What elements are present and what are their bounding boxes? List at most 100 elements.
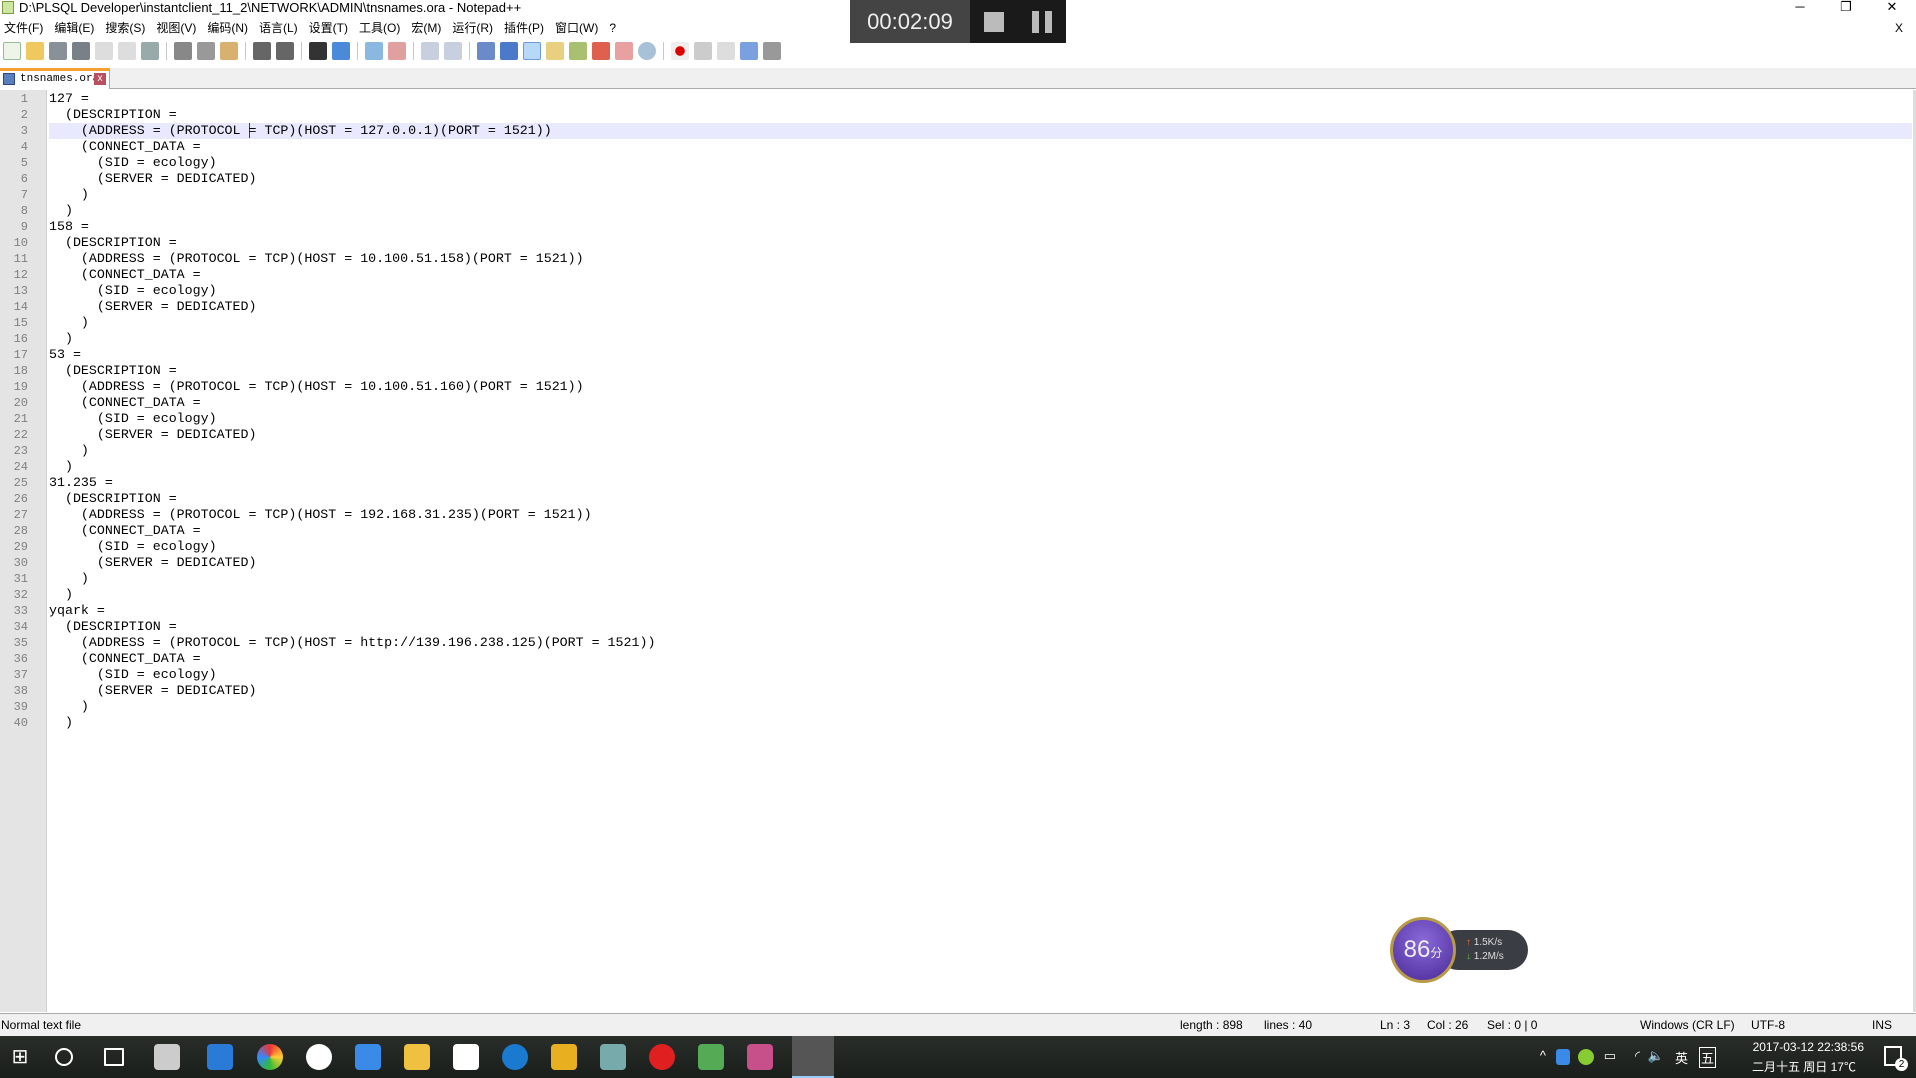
network-speed-widget[interactable]: ↑ 1.5K/s ↓ 1.2M/s 86分 (1388, 915, 1530, 985)
sync-vertical-icon[interactable] (421, 42, 439, 60)
show-all-chars-icon[interactable] (500, 42, 518, 60)
code-line[interactable]: 7 ) (0, 187, 1912, 203)
app-icon[interactable] (698, 1044, 724, 1070)
code-line[interactable]: 32 ) (0, 587, 1912, 603)
code-line[interactable]: 13 (SID = ecology) (0, 283, 1912, 299)
indent-guide-icon[interactable] (523, 42, 541, 60)
ime-indicator[interactable]: 五 (1698, 1047, 1716, 1068)
clock-datetime[interactable]: 2017-03-12 22:38:56 (1753, 1040, 1864, 1054)
record-macro-icon[interactable] (671, 42, 689, 60)
code-line[interactable]: 40 ) (0, 715, 1912, 731)
code-line[interactable]: 14 (SERVER = DEDICATED) (0, 299, 1912, 315)
wifi-icon[interactable]: ◜ (1635, 1048, 1640, 1064)
code-line[interactable]: 15 ) (0, 315, 1912, 331)
code-line[interactable]: 21 (SID = ecology) (0, 411, 1912, 427)
battery-icon[interactable]: ▭ (1604, 1048, 1616, 1064)
edge-icon[interactable] (207, 1044, 233, 1070)
close-tab-icon[interactable]: x (94, 73, 106, 85)
close-document-button[interactable]: X (1891, 18, 1910, 38)
code-line[interactable]: 20 (CONNECT_DATA = (0, 395, 1912, 411)
code-line[interactable]: 19 (ADDRESS = (PROTOCOL = TCP)(HOST = 10… (0, 379, 1912, 395)
menu-language[interactable]: 语言(L) (255, 18, 305, 38)
show-hidden-icons[interactable]: ^ (1540, 1048, 1546, 1063)
app-icon[interactable] (551, 1044, 577, 1070)
input-language[interactable]: 英 (1675, 1048, 1688, 1067)
store-icon[interactable] (453, 1044, 479, 1070)
play-macro-icon[interactable] (717, 42, 735, 60)
menu-help[interactable]: ? (605, 18, 623, 38)
open-file-icon[interactable] (26, 42, 44, 60)
udl-icon[interactable] (546, 42, 564, 60)
close-all-icon[interactable] (118, 42, 136, 60)
code-line[interactable]: 18 (DESCRIPTION = (0, 363, 1912, 379)
code-line[interactable]: 37 (SID = ecology) (0, 667, 1912, 683)
menu-file[interactable]: 文件(F) (0, 18, 50, 38)
menu-encoding[interactable]: 编码(N) (203, 18, 255, 38)
code-line[interactable]: 36 (CONNECT_DATA = (0, 651, 1912, 667)
code-line[interactable]: 27 (ADDRESS = (PROTOCOL = TCP)(HOST = 19… (0, 507, 1912, 523)
chrome-icon[interactable] (257, 1044, 283, 1070)
code-line[interactable]: 38 (SERVER = DEDICATED) (0, 683, 1912, 699)
close-button[interactable]: ✕ (1872, 0, 1912, 16)
file-explorer-icon[interactable] (404, 1044, 430, 1070)
code-line[interactable]: 23 ) (0, 443, 1912, 459)
sync-horizontal-icon[interactable] (444, 42, 462, 60)
app-icon[interactable] (154, 1044, 180, 1070)
find-icon[interactable] (309, 42, 327, 60)
code-line[interactable]: 35 (ADDRESS = (PROTOCOL = TCP)(HOST = ht… (0, 635, 1912, 651)
volume-icon[interactable]: 🔈 (1648, 1048, 1664, 1064)
code-line[interactable]: 26 (DESCRIPTION = (0, 491, 1912, 507)
code-line[interactable]: 33 yqark = (0, 603, 1912, 619)
code-line[interactable]: 34 (DESCRIPTION = (0, 619, 1912, 635)
function-list-icon[interactable] (592, 42, 610, 60)
code-line[interactable]: 2 (DESCRIPTION = (0, 107, 1912, 123)
code-line[interactable]: 28 (CONNECT_DATA = (0, 523, 1912, 539)
app-icon[interactable] (355, 1044, 381, 1070)
doc-map-icon[interactable] (569, 42, 587, 60)
menu-tools[interactable]: 工具(O) (355, 18, 407, 38)
code-line[interactable]: 5 (SID = ecology) (0, 155, 1912, 171)
player-icon[interactable] (649, 1044, 675, 1070)
code-line[interactable]: 17 53 = (0, 347, 1912, 363)
folder-workspace-icon[interactable] (615, 42, 633, 60)
word-wrap-icon[interactable] (477, 42, 495, 60)
menu-plugins[interactable]: 插件(P) (500, 18, 551, 38)
code-line[interactable]: 3 (ADDRESS = (PROTOCOL = TCP)(HOST = 127… (0, 123, 1912, 139)
replace-icon[interactable] (332, 42, 350, 60)
code-line[interactable]: 8 ) (0, 203, 1912, 219)
notepadpp-taskbar-button[interactable] (792, 1036, 834, 1078)
clock-lunar-date[interactable]: 二月十五 周日 17℃ (1752, 1058, 1856, 1075)
close-file-icon[interactable] (95, 42, 113, 60)
print-icon[interactable] (141, 42, 159, 60)
pause-recording-button[interactable] (1018, 0, 1066, 43)
menu-settings[interactable]: 设置(T) (305, 18, 355, 38)
paste-icon[interactable] (220, 42, 238, 60)
save-macro-icon[interactable] (763, 42, 781, 60)
run-macro-multiple-icon[interactable] (740, 42, 758, 60)
code-line[interactable]: 29 (SID = ecology) (0, 539, 1912, 555)
code-line[interactable]: 11 (ADDRESS = (PROTOCOL = TCP)(HOST = 10… (0, 251, 1912, 267)
menu-view[interactable]: 视图(V) (152, 18, 203, 38)
redo-icon[interactable] (276, 42, 294, 60)
monitoring-icon[interactable] (638, 42, 656, 60)
code-line[interactable]: 10 (DESCRIPTION = (0, 235, 1912, 251)
stop-recording-button[interactable] (970, 0, 1018, 43)
menu-edit[interactable]: 编辑(E) (50, 18, 101, 38)
code-line[interactable]: 25 31.235 = (0, 475, 1912, 491)
cut-icon[interactable] (174, 42, 192, 60)
search-icon[interactable] (55, 1048, 73, 1066)
plsql-icon[interactable] (600, 1044, 626, 1070)
app-icon[interactable] (747, 1044, 773, 1070)
zoom-out-icon[interactable] (388, 42, 406, 60)
editor[interactable]: 1 127 = 2 (DESCRIPTION = 3 (ADDRESS = (PROT… (0, 90, 1916, 1012)
code-line[interactable]: 1 127 = (0, 91, 1912, 107)
code-line[interactable]: 31 ) (0, 571, 1912, 587)
code-line[interactable]: 30 (SERVER = DEDICATED) (0, 555, 1912, 571)
save-icon[interactable] (49, 42, 67, 60)
code-line[interactable]: 6 (SERVER = DEDICATED) (0, 171, 1912, 187)
stop-macro-icon[interactable] (694, 42, 712, 60)
code-line[interactable]: 12 (CONNECT_DATA = (0, 267, 1912, 283)
tab-tnsnames[interactable]: tnsnames.ora x (0, 68, 110, 89)
qq-browser-icon[interactable] (306, 1044, 332, 1070)
minimize-button[interactable]: ─ (1780, 0, 1820, 16)
